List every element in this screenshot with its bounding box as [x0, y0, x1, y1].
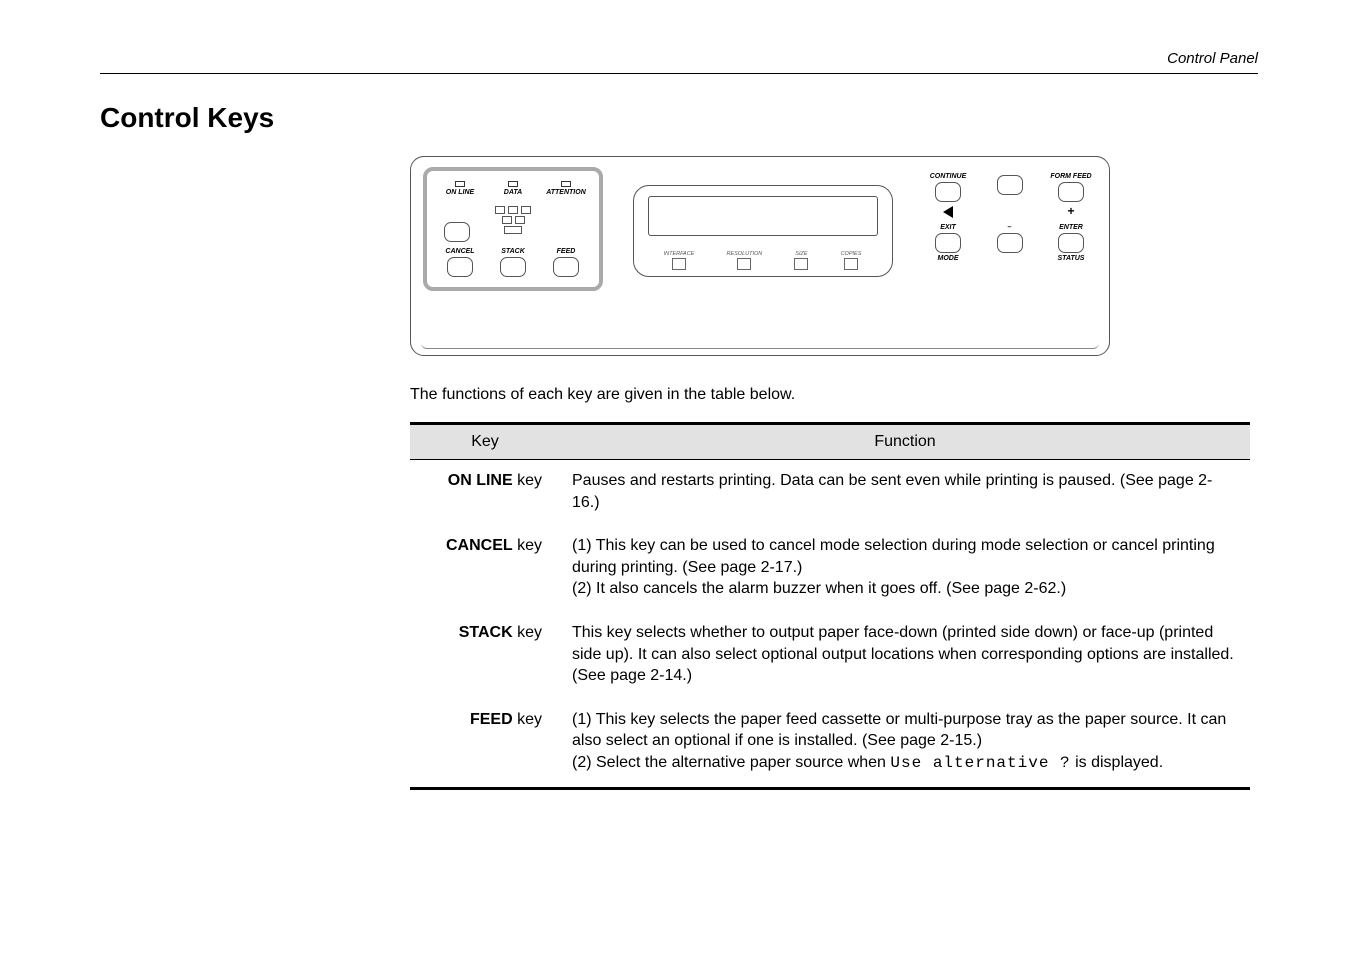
continue-button[interactable]: [935, 182, 961, 202]
plus-symbol: +: [1067, 204, 1074, 218]
lcd-screen: [648, 196, 878, 236]
formfeed-label: FORM FEED: [1050, 173, 1091, 180]
lcd-icon-resolution-label: RESOLUTION: [727, 251, 763, 257]
continue-label: CONTINUE: [930, 173, 967, 180]
cancel-button[interactable]: [447, 257, 473, 277]
lcd-icon-copies-label: COPIES: [841, 251, 862, 257]
middle-top-button[interactable]: [997, 175, 1023, 195]
page-header-section: Control Panel: [100, 50, 1258, 67]
key-cell: CANCEL key: [410, 525, 560, 612]
led-data-label: DATA: [504, 189, 522, 196]
function-cell: Pauses and restarts printing. Data can b…: [560, 460, 1250, 526]
mode-label: MODE: [938, 255, 959, 262]
key-cell: ON LINE key: [410, 460, 560, 526]
key-cell: STACK key: [410, 612, 560, 699]
paper-path-icon: [478, 206, 549, 236]
table-row: FEED key(1) This key selects the paper f…: [410, 699, 1250, 788]
interface-icon: [672, 258, 686, 270]
table-row: ON LINE keyPauses and restarts printing.…: [410, 460, 1250, 526]
minus-button[interactable]: [997, 233, 1023, 253]
function-cell: (1) This key can be used to cancel mode …: [560, 525, 1250, 612]
header-rule: [100, 73, 1258, 74]
table-header-key: Key: [410, 424, 560, 460]
resolution-icon: [737, 258, 751, 270]
led-attention-label: ATTENTION: [546, 189, 586, 196]
lcd-icon-interface-label: INTERFACE: [664, 251, 695, 257]
table-header-function: Function: [560, 424, 1250, 460]
section-title: Control Keys: [100, 102, 1258, 134]
left-button-group: ON LINE DATA ATTENTION: [423, 167, 603, 291]
online-button[interactable]: [444, 222, 470, 242]
exit-label: EXIT: [940, 224, 956, 231]
panel-base-line: [421, 343, 1099, 349]
key-cell: FEED key: [410, 699, 560, 788]
enter-button[interactable]: [1058, 233, 1084, 253]
formfeed-button[interactable]: [1058, 182, 1084, 202]
cancel-label: CANCEL: [445, 248, 474, 255]
lcd-area: INTERFACE RESOLUTION SIZE COPIES: [623, 167, 902, 277]
intro-text: The functions of each key are given in t…: [410, 386, 1258, 404]
mono-text: Use alternative ?: [890, 754, 1070, 772]
function-cell: (1) This key selects the paper feed cass…: [560, 699, 1250, 788]
table-row: CANCEL key(1) This key can be used to ca…: [410, 525, 1250, 612]
status-label: STATUS: [1058, 255, 1085, 262]
right-button-group: CONTINUE FORM FEED + EXIT MODE – ENTER STAT…: [922, 167, 1097, 266]
feed-label: FEED: [557, 248, 576, 255]
stack-label: STACK: [501, 248, 525, 255]
minus-label: –: [1008, 224, 1012, 231]
table-row: STACK keyThis key selects whether to out…: [410, 612, 1250, 699]
copies-icon: [844, 258, 858, 270]
stack-button[interactable]: [500, 257, 526, 277]
control-panel-figure: ON LINE DATA ATTENTION: [410, 156, 1110, 356]
size-icon: [794, 258, 808, 270]
feed-button[interactable]: [553, 257, 579, 277]
lcd-icon-size-label: SIZE: [795, 251, 807, 257]
left-arrow-icon: [943, 206, 953, 218]
function-cell: This key selects whether to output paper…: [560, 612, 1250, 699]
key-function-table: Key Function ON LINE keyPauses and resta…: [410, 422, 1250, 790]
exit-button[interactable]: [935, 233, 961, 253]
led-online-label: ON LINE: [446, 189, 474, 196]
enter-label: ENTER: [1059, 224, 1083, 231]
